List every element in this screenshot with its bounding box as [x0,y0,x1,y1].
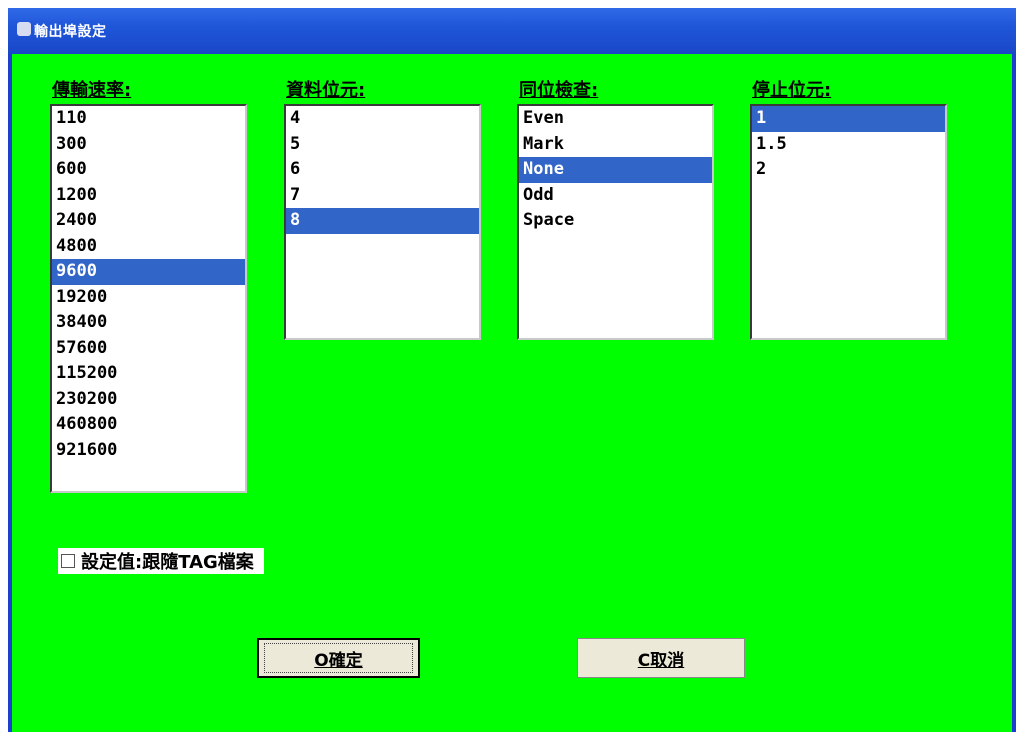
baud-rate-listbox[interactable]: 110 300 600 1200 2400 4800 9600 19200 38400 57600… [50,104,247,493]
data-bits-option[interactable]: 8 [286,208,479,234]
data-bits-option[interactable]: 5 [286,132,479,158]
baud-rate-option[interactable]: 600 [52,157,245,183]
baud-rate-option[interactable]: 57600 [52,336,245,362]
baud-rate-option[interactable]: 9600 [52,259,245,285]
data-bits-option[interactable]: 7 [286,183,479,209]
ok-button-label: O確定 [314,650,363,671]
dialog-client-area: 傳輸速率: 110 300 600 1200 2400 4800 9600 19200 3840… [12,54,1012,732]
follow-tag-file-checkbox-row[interactable]: 設定值:跟隨TAG檔案 [58,548,264,574]
data-bits-label: 資料位元: [286,80,366,101]
follow-tag-file-checkbox[interactable] [61,554,75,568]
baud-rate-option[interactable]: 230200 [52,387,245,413]
baud-rate-option[interactable]: 19200 [52,285,245,311]
parity-option[interactable]: Even [519,106,712,132]
cancel-button[interactable]: C取消 [577,638,745,678]
data-bits-listbox[interactable]: 45678 [284,104,481,340]
baud-rate-label: 傳輸速率: [52,80,132,101]
baud-rate-option[interactable]: 38400 [52,310,245,336]
data-bits-option[interactable]: 4 [286,106,479,132]
parity-listbox[interactable]: Even Mark None Odd Space [517,104,714,340]
parity-option[interactable]: Mark [519,132,712,158]
stop-bits-listbox[interactable]: 1 1.5 2 [750,104,947,340]
stop-bits-option[interactable]: 1 [752,106,945,132]
ok-button[interactable]: O確定 [257,638,420,678]
baud-rate-option[interactable]: 2400 [52,208,245,234]
cancel-button-label: C取消 [637,650,685,671]
stop-bits-label: 停止位元: [752,80,832,101]
baud-rate-option[interactable]: 1200 [52,183,245,209]
parity-option[interactable]: Odd [519,183,712,209]
app-icon [17,22,31,36]
parity-option[interactable]: None [519,157,712,183]
follow-tag-file-label: 設定值:跟隨TAG檔案 [81,552,254,573]
baud-rate-option[interactable]: 300 [52,132,245,158]
parity-label: 同位檢查: [519,80,599,101]
stop-bits-option[interactable]: 2 [752,157,945,183]
baud-rate-option[interactable]: 460800 [52,412,245,438]
parity-option[interactable]: Space [519,208,712,234]
baud-rate-option[interactable]: 921600 [52,438,245,464]
window-title: 輸出埠設定 [34,24,107,40]
data-bits-option[interactable]: 6 [286,157,479,183]
baud-rate-option[interactable]: 115200 [52,361,245,387]
stop-bits-option[interactable]: 1.5 [752,132,945,158]
title-bar[interactable]: 輸出埠設定 [8,8,1016,54]
baud-rate-option[interactable]: 4800 [52,234,245,260]
dialog-window: 輸出埠設定 傳輸速率: 110 300 600 1200 2400 4800 9600 192… [8,8,1016,732]
baud-rate-option[interactable]: 110 [52,106,245,132]
